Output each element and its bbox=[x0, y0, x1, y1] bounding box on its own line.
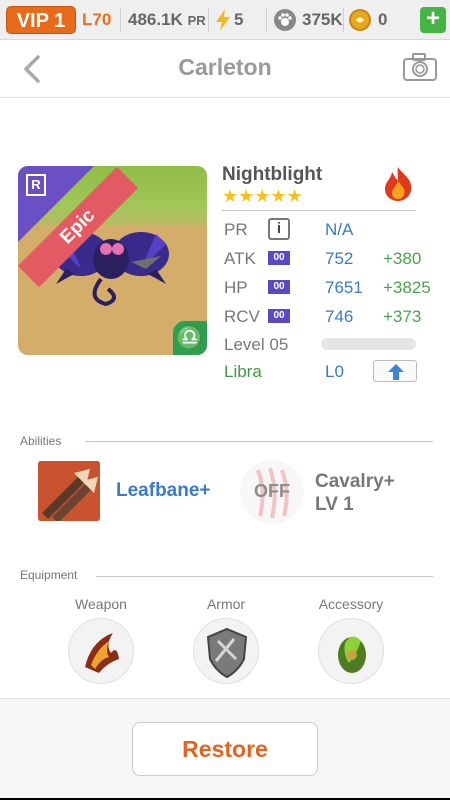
pr-label: PR bbox=[224, 220, 248, 239]
add-currency-button[interactable]: + bbox=[420, 7, 446, 33]
screen: VIP 1 L70 486.1K PR 5 375K 0 + Carleton … bbox=[0, 0, 450, 800]
level-label: Level 05 bbox=[224, 335, 289, 354]
camera-icon[interactable] bbox=[402, 52, 438, 82]
weapon-claw-icon bbox=[85, 633, 119, 673]
monster-card[interactable]: R Epic ♎ bbox=[18, 166, 207, 355]
pr-value: N/A bbox=[325, 220, 354, 239]
libra-sign-icon: ♎ bbox=[173, 321, 207, 355]
boost-tag: 00 bbox=[268, 251, 290, 265]
coin-icon bbox=[349, 9, 371, 31]
armor-label: Armor bbox=[206, 596, 246, 612]
ability-name-cavalry[interactable]: Cavalry+ LV 1 bbox=[315, 470, 395, 516]
fire-icon bbox=[385, 167, 412, 201]
restore-button[interactable]: Restore bbox=[132, 722, 318, 776]
stat-label-hp: HP bbox=[224, 278, 248, 297]
divider bbox=[343, 8, 344, 32]
stat-value-atk: 752 bbox=[325, 249, 354, 268]
ability-name-leafbane[interactable]: Leafbane+ bbox=[116, 480, 211, 502]
pr-unit: PR bbox=[187, 13, 206, 28]
level-progress-bar bbox=[321, 338, 416, 350]
divider bbox=[266, 8, 267, 32]
accessory-label: Accessory bbox=[318, 596, 384, 612]
stat-value-hp: 7651 bbox=[325, 278, 363, 297]
info-icon[interactable]: i bbox=[268, 218, 290, 240]
accessory-slot[interactable] bbox=[318, 618, 384, 684]
weapon-label: Weapon bbox=[75, 596, 127, 612]
abilities-header: Abilities bbox=[20, 434, 62, 448]
coin-count: 0 bbox=[378, 10, 388, 29]
armor-slot[interactable] bbox=[193, 618, 259, 684]
armor-icon bbox=[206, 627, 248, 679]
arrow-up-icon bbox=[388, 364, 404, 380]
stat-label-rcv: RCV bbox=[224, 307, 260, 326]
sign-level: L0 bbox=[325, 362, 344, 381]
rarity-letter: R bbox=[26, 174, 46, 196]
player-pr: 486.1K PR bbox=[128, 8, 206, 32]
weapon-slot[interactable] bbox=[68, 618, 134, 684]
player-level: L70 bbox=[82, 10, 112, 29]
sign-name: Libra bbox=[224, 362, 262, 381]
equipment-header: Equipment bbox=[20, 568, 78, 582]
ability-level-line: LV 1 bbox=[315, 494, 354, 515]
stat-value-rcv: 746 bbox=[325, 307, 354, 326]
page-title: Carleton bbox=[178, 54, 272, 80]
boost-tag: 00 bbox=[268, 309, 290, 323]
vip-badge[interactable]: VIP 1 bbox=[6, 6, 76, 34]
nav-bar: Carleton bbox=[0, 40, 450, 98]
star-rating: ★★★★★ bbox=[222, 186, 303, 206]
divider bbox=[120, 8, 121, 32]
stat-bonus-atk: +380 bbox=[383, 249, 422, 268]
divider bbox=[85, 441, 433, 442]
ability-status-off: OFF bbox=[254, 481, 290, 501]
energy-count: 5 bbox=[234, 10, 244, 29]
paw-icon bbox=[274, 9, 296, 31]
stat-bonus-rcv: +373 bbox=[383, 307, 422, 326]
stat-bonus-hp: +3825 bbox=[383, 278, 431, 297]
status-bar: VIP 1 L70 486.1K PR 5 375K 0 + bbox=[0, 0, 450, 40]
upgrade-sign-button[interactable] bbox=[373, 360, 417, 382]
stat-label-atk: ATK bbox=[224, 249, 256, 268]
energy-bolt-icon bbox=[216, 9, 230, 31]
ability-name-line: Cavalry+ bbox=[315, 471, 395, 492]
boost-tag: 00 bbox=[268, 280, 290, 294]
monster-name: Nightblight bbox=[222, 164, 323, 185]
divider bbox=[222, 210, 416, 211]
divider bbox=[96, 576, 433, 577]
accessory-leaf-icon bbox=[338, 636, 366, 673]
leafbane-ability-icon[interactable] bbox=[38, 461, 100, 521]
pr-value: 486.1K bbox=[128, 10, 183, 29]
divider bbox=[208, 8, 209, 32]
paw-count: 375K bbox=[302, 10, 343, 29]
